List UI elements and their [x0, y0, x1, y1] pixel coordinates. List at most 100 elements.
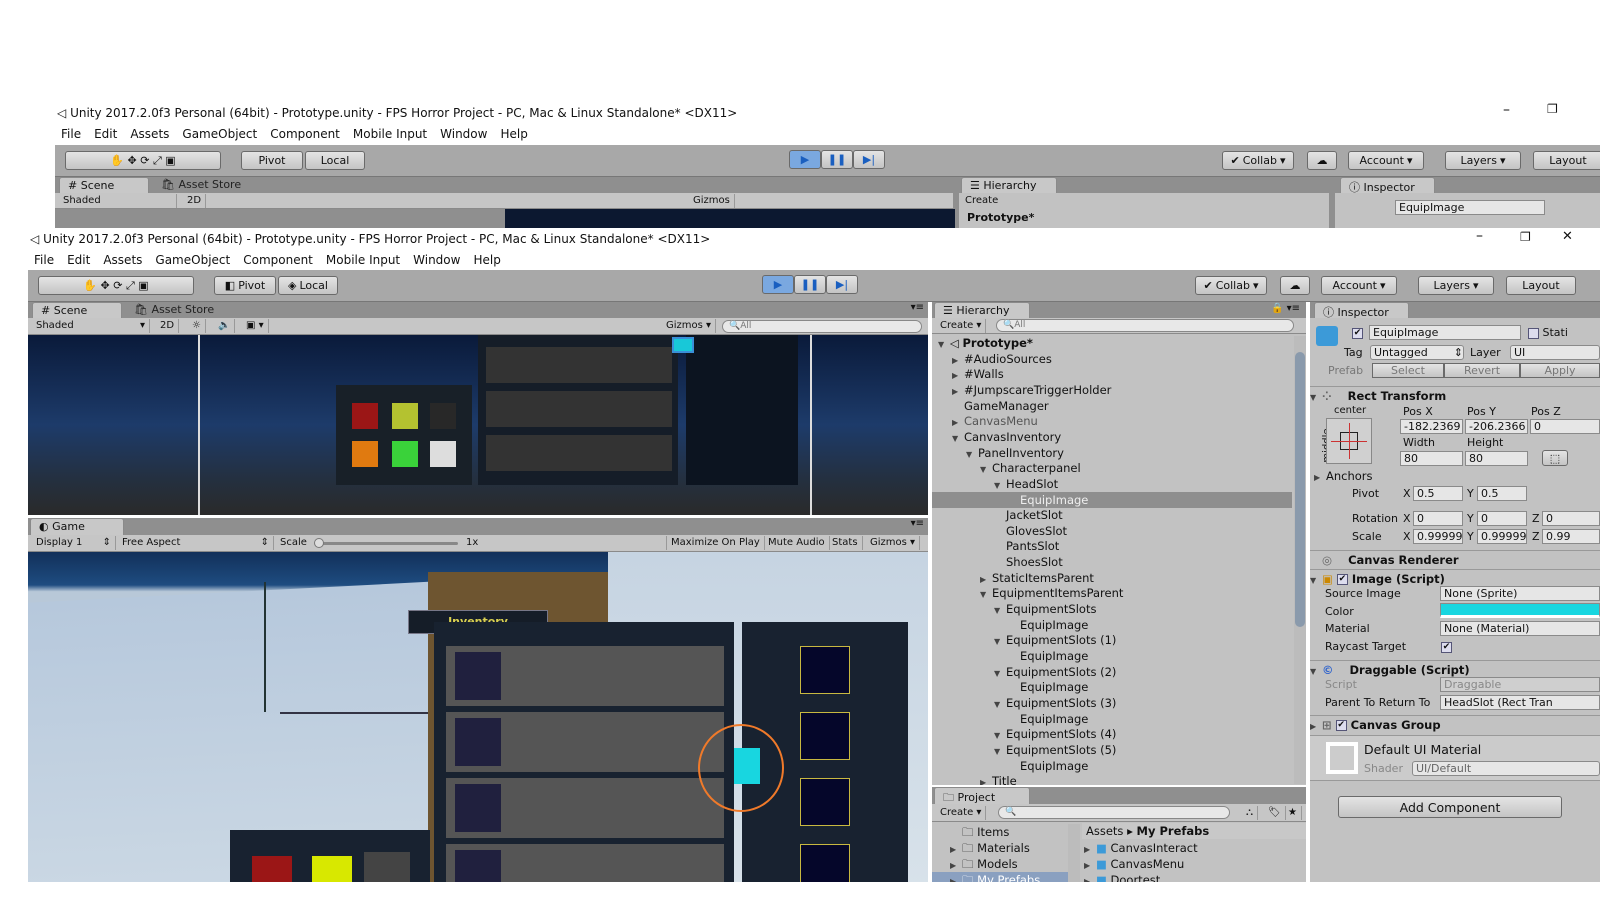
- selected-object-gizmo[interactable]: [672, 337, 694, 353]
- width-field[interactable]: 80: [1400, 451, 1463, 466]
- play-button[interactable]: ▶: [762, 275, 794, 294]
- posx-field[interactable]: -182.2369: [1400, 419, 1463, 434]
- restore-button[interactable]: ❐: [1547, 102, 1558, 116]
- create-dropdown[interactable]: Create ▾: [936, 806, 987, 820]
- add-component-button[interactable]: Add Component: [1338, 796, 1562, 818]
- tab-game[interactable]: ◐ Game: [30, 518, 124, 535]
- inventory-slot[interactable]: [446, 844, 724, 882]
- menu-mobile-input[interactable]: Mobile Input: [326, 253, 400, 267]
- tab-inspector[interactable]: ⓘ Inspector: [1314, 302, 1409, 319]
- hierarchy-item[interactable]: ▼ CanvasInventory: [932, 429, 1292, 445]
- foldout-arrow-icon[interactable]: ▶: [1084, 874, 1096, 882]
- scale-slider-handle[interactable]: [314, 538, 324, 548]
- panel-menu-icon[interactable]: ▾≡: [911, 302, 924, 313]
- pivot-x-field[interactable]: 0.5: [1413, 486, 1463, 501]
- lock-icon[interactable]: 🔒 ▾≡: [1271, 303, 1300, 314]
- account-dropdown[interactable]: Account ▾: [1348, 151, 1424, 170]
- create-button[interactable]: Create: [965, 195, 998, 206]
- menu-assets[interactable]: Assets: [130, 127, 169, 141]
- folder-item[interactable]: 🗀 Items: [932, 824, 1072, 840]
- restore-button[interactable]: ❐: [1520, 230, 1531, 244]
- canvas-group-header[interactable]: ▶ ⊞ ✔ Canvas Group: [1310, 715, 1600, 734]
- collab-button[interactable]: ✔ Collab ▾: [1222, 151, 1294, 170]
- rotation-z-field[interactable]: 0: [1542, 511, 1600, 526]
- shading-dropdown[interactable]: Shaded: [59, 194, 177, 208]
- menu-component[interactable]: Component: [270, 127, 340, 141]
- hierarchy-item[interactable]: ▼ EquipmentSlots (1): [932, 632, 1292, 648]
- inventory-slot[interactable]: [446, 646, 724, 706]
- color-field[interactable]: [1440, 603, 1600, 618]
- folder-item[interactable]: ▶ 🗀 Models: [932, 856, 1072, 872]
- menu-mobile-input[interactable]: Mobile Input: [353, 127, 427, 141]
- hierarchy-item[interactable]: EquipImage: [932, 617, 1292, 633]
- scene-search-input[interactable]: 🔍All: [722, 320, 922, 333]
- aspect-dropdown[interactable]: Free Aspect ⇕: [118, 536, 274, 550]
- hierarchy-item[interactable]: EquipImage: [932, 758, 1292, 774]
- hierarchy-item[interactable]: ▶ #JumpscareTriggerHolder: [932, 382, 1292, 398]
- shader-dropdown[interactable]: UI/Default: [1412, 761, 1600, 776]
- hierarchy-item[interactable]: EquipImage: [932, 711, 1292, 727]
- scale-slider[interactable]: [314, 538, 458, 548]
- hierarchy-item[interactable]: ▶ Title: [932, 773, 1292, 785]
- tab-scene[interactable]: # Scene: [32, 302, 122, 319]
- maximize-on-play-toggle[interactable]: Maximize On Play: [666, 536, 765, 550]
- menu-component[interactable]: Component: [243, 253, 313, 267]
- menu-gameobject[interactable]: GameObject: [155, 253, 230, 267]
- parent-to-return-field[interactable]: HeadSlot (Rect Tran: [1440, 695, 1600, 710]
- mute-audio-toggle[interactable]: Mute Audio: [764, 536, 830, 550]
- audio-toggle[interactable]: 🔈: [214, 319, 236, 333]
- prefab-select-button[interactable]: Select: [1372, 363, 1444, 378]
- layers-dropdown[interactable]: Layers ▾: [1445, 151, 1521, 170]
- favorite-icon[interactable]: ★: [1284, 806, 1302, 820]
- hierarchy-item[interactable]: EquipImage: [932, 648, 1292, 664]
- gizmos-dropdown[interactable]: Gizmos ▾: [866, 536, 921, 550]
- hierarchy-item[interactable]: ▶ #AudioSources: [932, 351, 1292, 367]
- prefab-apply-button[interactable]: Apply: [1520, 363, 1600, 378]
- asset-item[interactable]: ▶ ■ CanvasMenu: [1084, 856, 1304, 872]
- play-button[interactable]: ▶: [789, 150, 821, 169]
- tab-inspector[interactable]: ⓘ Inspector: [1340, 177, 1435, 194]
- hierarchy-item[interactable]: ShoesSlot: [932, 554, 1292, 570]
- menu-file[interactable]: File: [61, 127, 81, 141]
- canvas-group-enabled-checkbox[interactable]: ✔: [1335, 720, 1347, 731]
- menu-help[interactable]: Help: [473, 253, 500, 267]
- name-field[interactable]: EquipImage: [1369, 325, 1521, 340]
- scale-z-field[interactable]: 0.99: [1542, 529, 1600, 544]
- filter-label-icon[interactable]: 🏷: [1264, 806, 1286, 820]
- menu-file[interactable]: File: [34, 253, 54, 267]
- hierarchy-item[interactable]: ▼ ◁ Prototype*: [932, 335, 1292, 351]
- hierarchy-item[interactable]: PantsSlot: [932, 538, 1292, 554]
- cloud-button[interactable]: ☁: [1280, 276, 1310, 295]
- menu-assets[interactable]: Assets: [103, 253, 142, 267]
- active-checkbox[interactable]: ✔: [1352, 327, 1363, 339]
- cloud-button[interactable]: ☁: [1307, 151, 1337, 170]
- folder-item[interactable]: ▶ 🗀 Materials: [932, 840, 1072, 856]
- panel-menu-icon[interactable]: ▾≡: [911, 518, 924, 529]
- 2d-toggle[interactable]: 2D: [156, 319, 180, 333]
- posy-field[interactable]: -206.2366: [1465, 419, 1528, 434]
- minimize-button[interactable]: –: [1503, 102, 1510, 118]
- hierarchy-item[interactable]: ▼ HeadSlot: [932, 476, 1292, 492]
- hierarchy-item[interactable]: ▼ EquipmentSlots (5): [932, 742, 1292, 758]
- folder-item[interactable]: ▶ 🗀 My Prefabs: [932, 872, 1072, 882]
- stats-toggle[interactable]: Stats: [828, 536, 863, 550]
- rotation-y-field[interactable]: 0: [1477, 511, 1527, 526]
- display-dropdown[interactable]: Display 1 ⇕: [32, 536, 116, 550]
- hierarchy-item[interactable]: EquipImage: [932, 491, 1292, 508]
- project-search-input[interactable]: 🔍: [998, 806, 1230, 819]
- static-checkbox[interactable]: [1528, 327, 1539, 339]
- menu-gameobject[interactable]: GameObject: [182, 127, 257, 141]
- folder-scrollbar[interactable]: [1068, 824, 1080, 882]
- tab-asset-store[interactable]: 🛍 Asset Store: [134, 303, 214, 316]
- lighting-toggle[interactable]: ☼: [188, 319, 206, 333]
- 2d-toggle[interactable]: 2D: [183, 194, 207, 208]
- local-button[interactable]: Local: [305, 151, 365, 170]
- anchors-foldout[interactable]: ▶ Anchors: [1314, 469, 1373, 483]
- tab-asset-store[interactable]: 🛍 Asset Store: [161, 178, 241, 191]
- blueprint-mode-button[interactable]: ⬚: [1542, 450, 1568, 466]
- name-field[interactable]: EquipImage: [1395, 200, 1545, 215]
- hierarchy-item[interactable]: EquipImage: [932, 679, 1292, 695]
- step-button[interactable]: ▶|: [826, 275, 858, 294]
- shading-dropdown[interactable]: Shaded ▾: [32, 319, 150, 333]
- hierarchy-search-input[interactable]: 🔍All: [996, 319, 1294, 332]
